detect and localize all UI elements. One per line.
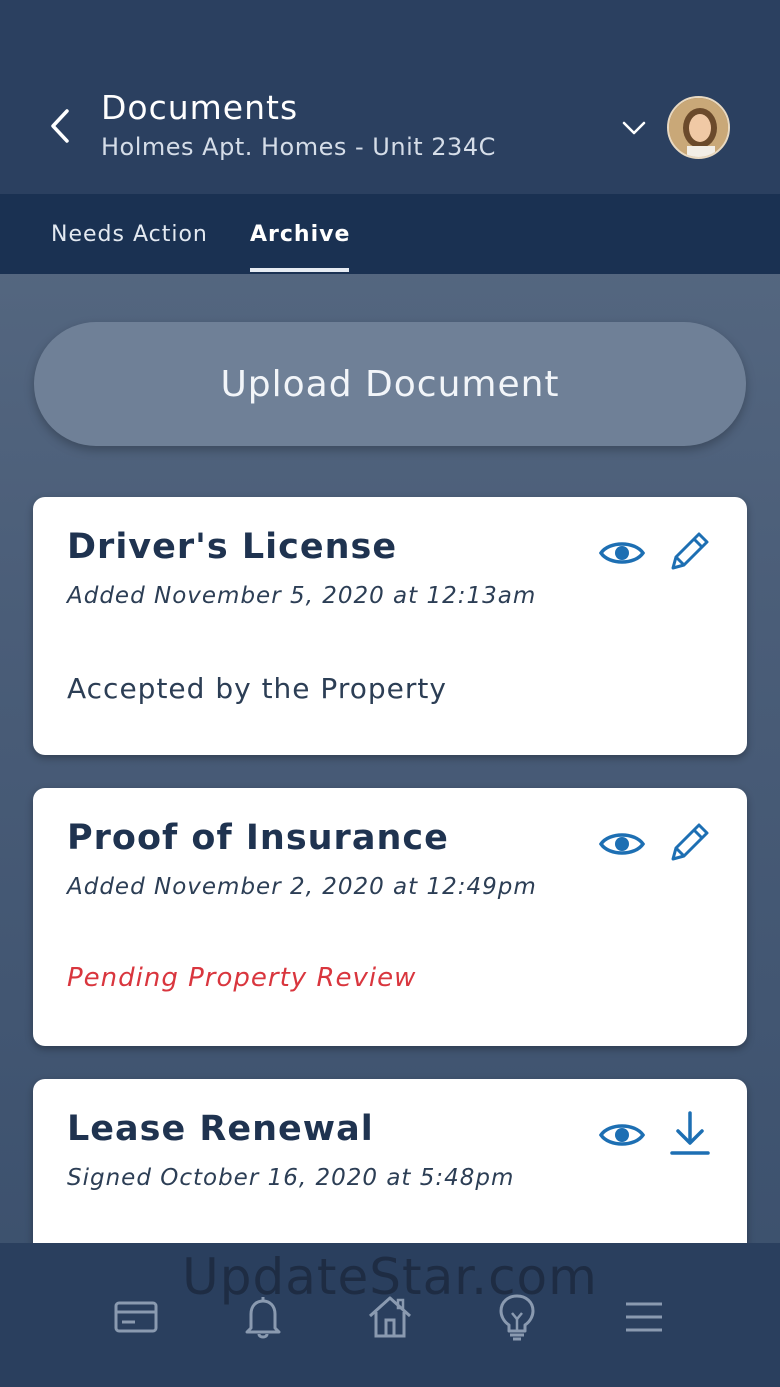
avatar-photo [669,98,728,157]
tab-archive[interactable]: Archive [250,194,350,274]
view-document-button[interactable] [596,529,648,577]
document-date: Added November 5, 2020 at 12:13am [67,583,537,609]
chevron-left-icon [51,109,69,143]
app-header: Documents Holmes Apt. Homes - Unit 234C [0,0,780,194]
view-document-button[interactable] [596,1111,648,1159]
chevron-down-icon [622,121,646,135]
view-document-button[interactable] [596,820,648,868]
page-title: Documents [101,88,299,127]
property-subtitle: Holmes Apt. Homes - Unit 234C [101,133,496,161]
back-button[interactable] [40,100,80,152]
eye-icon [599,833,645,855]
tab-bar: Needs Action Archive [0,194,780,274]
watermark-text: UpdateStar.com [182,1248,598,1306]
eye-icon [599,542,645,564]
edit-document-button[interactable] [664,818,716,866]
download-document-button[interactable] [664,1109,716,1157]
avatar[interactable] [667,96,730,159]
document-card: Driver's License Added November 5, 2020 … [33,497,747,755]
document-status: Pending Property Review [67,963,417,993]
property-dropdown-button[interactable] [614,110,654,146]
tab-needs-action[interactable]: Needs Action [51,194,208,274]
document-date: Added November 2, 2020 at 12:49pm [67,874,537,900]
document-title: Lease Renewal [67,1109,374,1149]
upload-document-button[interactable]: Upload Document [34,322,746,446]
document-date: Signed October 16, 2020 at 5:48pm [67,1165,515,1191]
document-title: Driver's License [67,527,398,567]
document-card: Proof of Insurance Added November 2, 202… [33,788,747,1046]
pencil-icon [671,532,709,570]
document-title: Proof of Insurance [67,818,449,858]
document-status: Accepted by the Property [67,672,447,705]
eye-icon [599,1124,645,1146]
active-tab-indicator [250,268,349,272]
edit-document-button[interactable] [664,527,716,575]
download-icon [670,1111,710,1155]
pencil-icon [671,823,709,861]
